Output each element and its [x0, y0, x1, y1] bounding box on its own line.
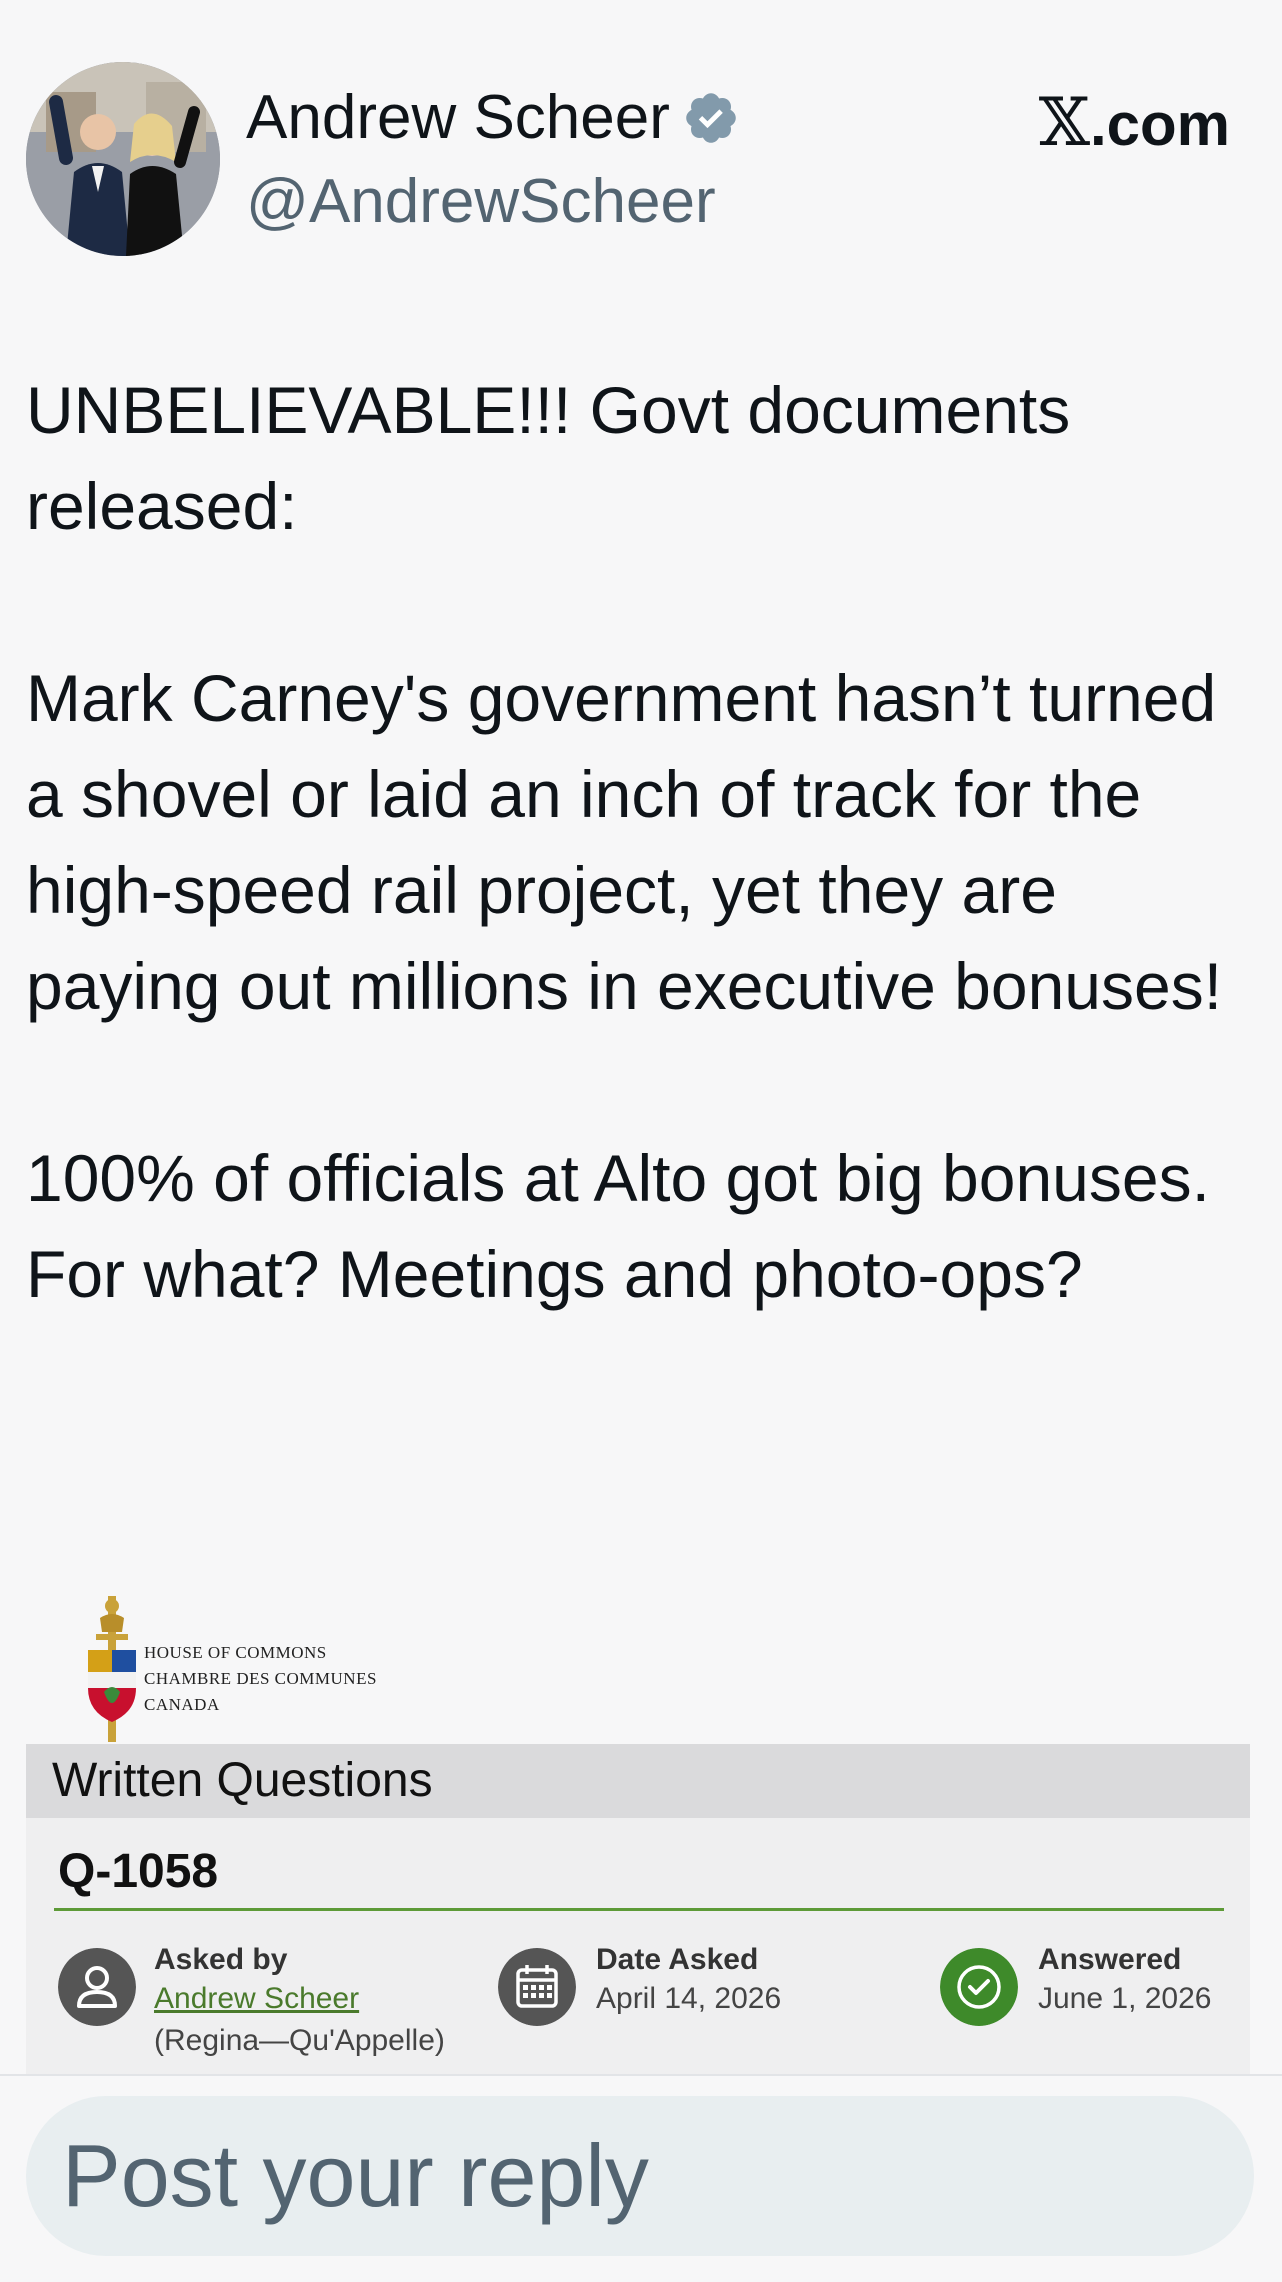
answered-value: June 1, 2026 — [1038, 1982, 1212, 2015]
asked-by-riding: (Regina—Qu'Appelle) — [154, 2024, 445, 2057]
section-title: Written Questions — [26, 1744, 1250, 1818]
site-label: 𝕏.com — [1039, 88, 1230, 160]
question-number: Q-1058 — [58, 1845, 219, 1898]
tweet-paragraph: UNBELIEVABLE!!! Govt documents released: — [26, 373, 1071, 543]
asked-by-link[interactable]: Andrew Scheer — [154, 1980, 359, 2018]
asked-by-label: Asked by — [154, 1943, 288, 1976]
avatar[interactable] — [26, 62, 220, 256]
question-panel: Q-1058 Asked by Andrew Scheer (Regina—Qu… — [26, 1818, 1250, 2076]
parliament-crest-icon — [88, 1596, 136, 1742]
attached-document-image[interactable]: HOUSE OF COMMONS CHAMBRE DES COMMUNES CA… — [26, 1586, 1250, 2076]
institution-line-3: CANADA — [144, 1695, 220, 1714]
display-name-text: Andrew Scheer — [246, 83, 670, 152]
user-handle[interactable]: @AndrewScheer — [246, 166, 716, 238]
x-logo-icon: 𝕏 — [1038, 84, 1090, 161]
reply-input[interactable] — [26, 2096, 1254, 2256]
reply-bar — [0, 2076, 1282, 2282]
calendar-icon — [498, 1948, 576, 2026]
display-name[interactable]: Andrew Scheer — [246, 82, 740, 154]
post-header: Andrew Scheer @AndrewScheer 𝕏.com — [0, 0, 1282, 280]
institution-line-2: CHAMBRE DES COMMUNES — [144, 1669, 377, 1688]
date-asked-value: April 14, 2026 — [596, 1982, 782, 2015]
verified-badge-icon — [686, 93, 736, 143]
avatar-photo — [26, 62, 220, 256]
answered-label: Answered — [1038, 1943, 1182, 1976]
site-label-domain: .com — [1089, 91, 1230, 158]
tweet-paragraph: Mark Carney's government hasn’t turned a… — [26, 661, 1223, 1023]
divider-rule — [54, 1908, 1224, 1911]
tweet-paragraph: 100% of officials at Alto got big bonuse… — [26, 1141, 1210, 1311]
person-icon — [58, 1948, 136, 2026]
institution-name: HOUSE OF COMMONS CHAMBRE DES COMMUNES CA… — [144, 1640, 377, 1718]
tweet-text: UNBELIEVABLE!!! Govt documents released:… — [26, 362, 1246, 1322]
institution-line-1: HOUSE OF COMMONS — [144, 1643, 327, 1662]
date-asked-label: Date Asked — [596, 1943, 759, 1976]
check-circle-icon — [940, 1948, 1018, 2026]
